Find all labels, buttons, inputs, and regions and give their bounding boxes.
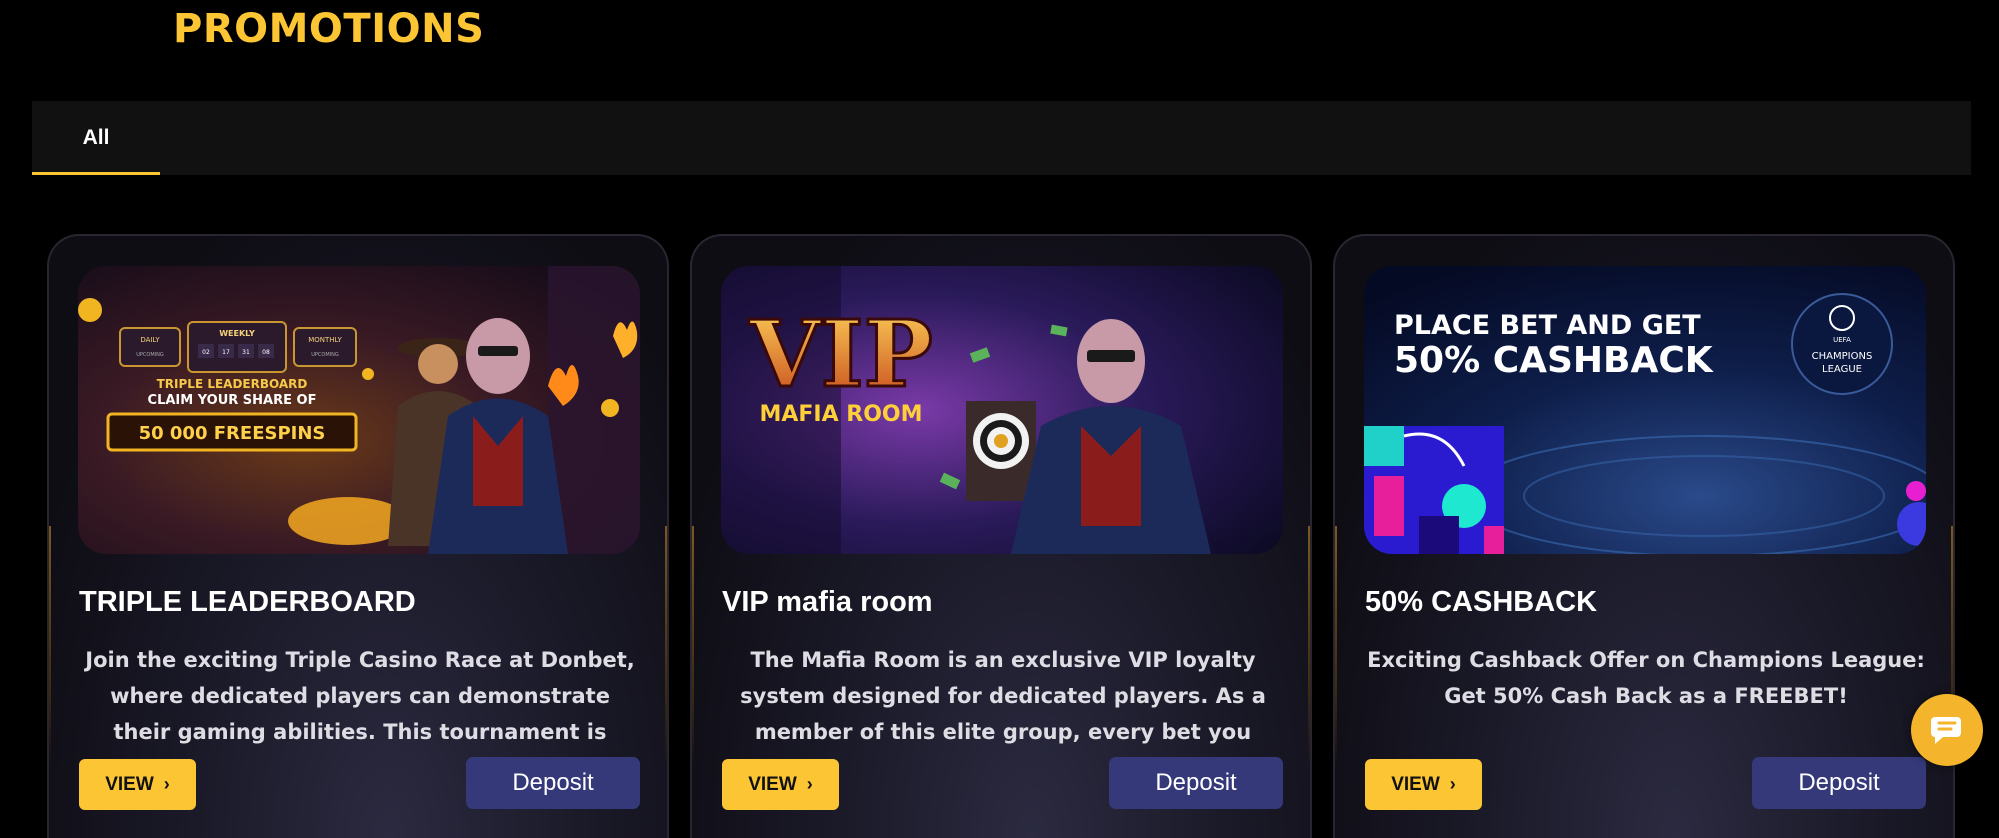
svg-text:LEAGUE: LEAGUE bbox=[1822, 364, 1862, 375]
banner-line-1: TRIPLE LEADERBOARD bbox=[157, 377, 308, 391]
timer-days: 02 bbox=[202, 349, 210, 356]
banner-line-2: 50% CASHBACK bbox=[1394, 340, 1714, 381]
promotion-tabs: All bbox=[32, 101, 1971, 175]
promo-description: The Mafia Room is an exclusive VIP loyal… bbox=[740, 648, 1266, 744]
chevron-right-icon: › bbox=[163, 774, 170, 794]
tab-all[interactable]: All bbox=[32, 101, 160, 175]
monthly-status: UPCOMING bbox=[311, 352, 339, 358]
promo-title: 50% CASHBACK bbox=[1365, 586, 1598, 618]
promo-card-cashback: PLACE BET AND GET 50% CASHBACK UEFA CHAM… bbox=[1333, 234, 1955, 838]
deposit-button[interactable]: Deposit bbox=[1109, 757, 1283, 809]
svg-text:CHAMPIONS: CHAMPIONS bbox=[1812, 351, 1873, 362]
view-button[interactable]: VIEW › bbox=[79, 759, 196, 810]
champions-league-logo-icon: UEFA CHAMPIONS LEAGUE bbox=[1791, 293, 1893, 395]
banner-prize: 50 000 FREESPINS bbox=[139, 423, 326, 444]
promo-title: TRIPLE LEADERBOARD bbox=[79, 586, 416, 618]
daily-status: UPCOMING bbox=[136, 352, 164, 358]
vip-logo-text: VIP bbox=[748, 300, 933, 408]
view-button[interactable]: VIEW › bbox=[722, 759, 839, 810]
promo-image-cashback[interactable]: PLACE BET AND GET 50% CASHBACK UEFA CHAM… bbox=[1364, 266, 1926, 554]
dartboard-target-icon bbox=[966, 401, 1036, 501]
promo-card-vip-mafia-room: VIP MAFIA ROOM VIP mafia room The Mafia … bbox=[690, 234, 1312, 838]
promo-description: Exciting Cashback Offer on Champions Lea… bbox=[1367, 648, 1925, 708]
chat-button[interactable] bbox=[1911, 694, 1983, 766]
banner-line-1: PLACE BET AND GET bbox=[1394, 310, 1701, 341]
promo-image-triple-leaderboard[interactable]: DAILY UPCOMING WEEKLY 02 17 31 08 MONTHL… bbox=[78, 266, 640, 554]
geometric-pattern-icon bbox=[1364, 426, 1504, 554]
view-button-label: VIEW bbox=[748, 773, 797, 795]
view-button-label: VIEW bbox=[105, 773, 154, 795]
promo-image-vip-mafia-room[interactable]: VIP MAFIA ROOM bbox=[721, 266, 1283, 554]
page-title: PROMOTIONS bbox=[173, 6, 485, 52]
banner-line-2: CLAIM YOUR SHARE OF bbox=[148, 393, 317, 408]
view-button-label: VIEW bbox=[1391, 773, 1440, 795]
view-button[interactable]: VIEW › bbox=[1365, 759, 1482, 810]
promo-card-triple-leaderboard: DAILY UPCOMING WEEKLY 02 17 31 08 MONTHL… bbox=[47, 234, 669, 838]
timer-hours: 17 bbox=[222, 349, 230, 356]
timer-minutes: 31 bbox=[242, 349, 250, 356]
promo-description: Join the exciting Triple Casino Race at … bbox=[85, 648, 635, 744]
deposit-button[interactable]: Deposit bbox=[1752, 757, 1926, 809]
monthly-label: MONTHLY bbox=[308, 336, 342, 344]
promo-title: VIP mafia room bbox=[722, 586, 933, 618]
chat-bubble-icon bbox=[1931, 717, 1961, 744]
chevron-right-icon: › bbox=[1449, 774, 1456, 794]
weekly-label: WEEKLY bbox=[219, 329, 255, 338]
timer-seconds: 08 bbox=[262, 349, 270, 356]
deposit-button[interactable]: Deposit bbox=[466, 757, 640, 809]
vip-subtitle-text: MAFIA ROOM bbox=[759, 402, 922, 427]
svg-text:UEFA: UEFA bbox=[1833, 336, 1851, 344]
chevron-right-icon: › bbox=[806, 774, 813, 794]
daily-label: DAILY bbox=[140, 336, 160, 344]
